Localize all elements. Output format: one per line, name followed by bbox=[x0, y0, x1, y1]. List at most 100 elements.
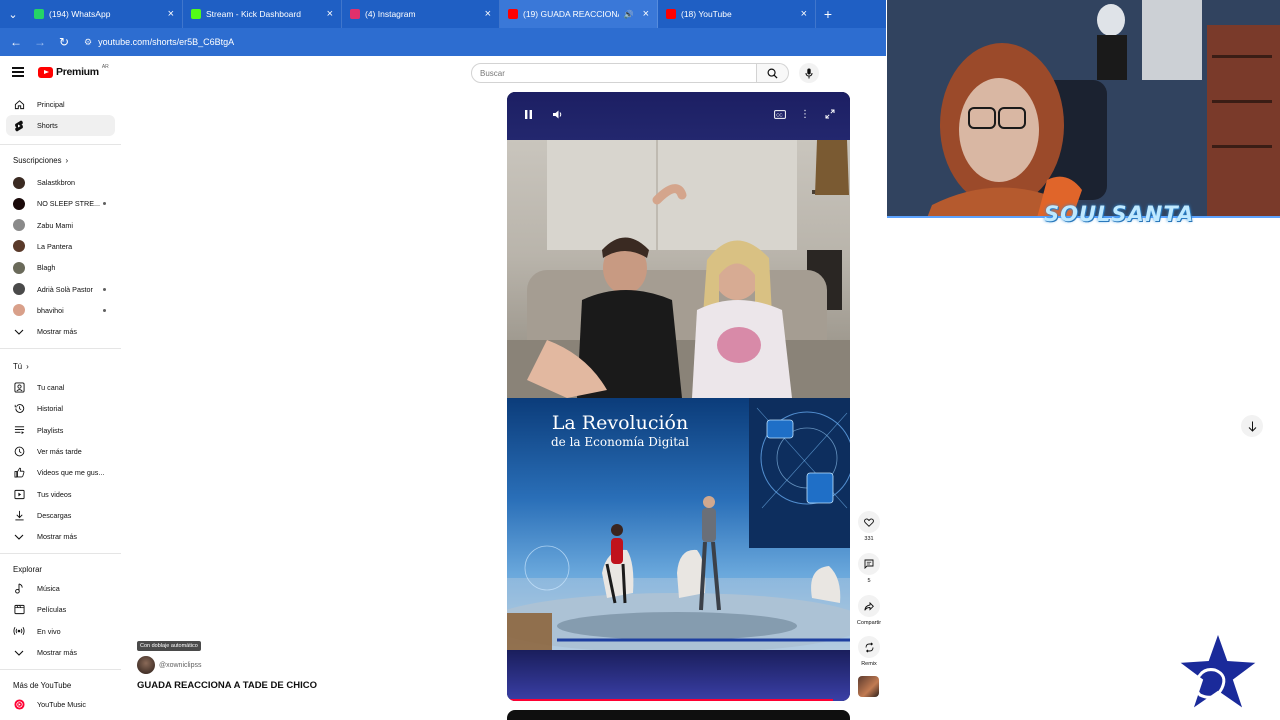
sidebar-item-your-videos[interactable]: Tus videos bbox=[6, 484, 115, 505]
remix-label: Remix bbox=[861, 661, 877, 667]
search-button[interactable] bbox=[757, 63, 789, 83]
explore-show-more[interactable]: Mostrar más bbox=[6, 642, 115, 663]
player-bottom-bar bbox=[507, 650, 850, 701]
sidebar-subscription-item[interactable]: Adrià Solà Pastor bbox=[6, 279, 115, 300]
sidebar-item-label: Videos que me gus... bbox=[37, 468, 105, 478]
back-arrow-icon[interactable]: ← bbox=[6, 32, 26, 52]
search-input[interactable]: Buscar bbox=[471, 63, 757, 83]
explore-heading: Explorar bbox=[13, 565, 42, 574]
video-progress-bar[interactable] bbox=[507, 699, 833, 701]
chevron-down-icon bbox=[13, 326, 25, 338]
your-videos-icon bbox=[13, 488, 25, 500]
streamer-webcam-overlay bbox=[887, 0, 1280, 218]
tab-close-icon[interactable]: × bbox=[643, 8, 649, 20]
sidebar-item-history[interactable]: Historial bbox=[6, 398, 115, 419]
channel-avatar[interactable] bbox=[137, 656, 155, 674]
captions-button[interactable]: CC bbox=[771, 105, 789, 123]
site-info-icon[interactable]: ⚙ bbox=[84, 37, 92, 48]
sound-thumbnail[interactable] bbox=[858, 676, 879, 697]
you-heading[interactable]: Tú › bbox=[13, 362, 29, 371]
sidebar-subscription-item[interactable]: Salastkbron bbox=[6, 172, 115, 193]
sidebar-item-movies[interactable]: Películas bbox=[6, 599, 115, 620]
menu-icon[interactable] bbox=[12, 67, 24, 77]
new-content-dot bbox=[103, 287, 106, 291]
sidebar-item-label: Películas bbox=[37, 605, 67, 615]
like-button[interactable] bbox=[858, 511, 880, 533]
sidebar-item-live[interactable]: En vivo bbox=[6, 621, 115, 642]
sidebar-subscription-item[interactable]: La Pantera bbox=[6, 236, 115, 257]
forward-arrow-icon[interactable]: → bbox=[30, 32, 50, 52]
tab-title: Stream - Kick Dashboard bbox=[206, 9, 301, 19]
share-button[interactable] bbox=[858, 595, 880, 617]
chevron-down-icon bbox=[13, 531, 25, 543]
tab-title: (194) WhatsApp bbox=[49, 9, 111, 19]
next-short-preview[interactable] bbox=[507, 710, 850, 720]
tab-close-icon[interactable]: × bbox=[801, 8, 807, 20]
tab-title: (4) Instagram bbox=[365, 9, 416, 19]
sidebar-item-watch-later[interactable]: Ver más tarde bbox=[6, 441, 115, 462]
browser-tab[interactable]: (18) YouTube × bbox=[658, 0, 816, 28]
sidebar-item-liked[interactable]: Videos que me gus... bbox=[6, 462, 115, 483]
video-frame-reaction-room bbox=[507, 140, 850, 398]
channel-avatar bbox=[13, 304, 25, 317]
new-tab-button[interactable]: + bbox=[816, 0, 840, 28]
tab-favicon-icon bbox=[191, 9, 201, 19]
sidebar-item-playlists[interactable]: Playlists bbox=[6, 420, 115, 441]
sidebar-item-label: Mostrar más bbox=[37, 648, 77, 657]
remix-button[interactable] bbox=[858, 636, 880, 658]
sidebar-item-shorts[interactable]: Shorts bbox=[6, 115, 115, 136]
comments-button[interactable] bbox=[858, 553, 880, 575]
browser-tab[interactable]: (194) WhatsApp × bbox=[26, 0, 183, 28]
you-show-more[interactable]: Mostrar más bbox=[6, 526, 115, 547]
sidebar-item-label: En vivo bbox=[37, 626, 61, 636]
voice-search-button[interactable] bbox=[799, 63, 819, 83]
tab-title: (18) YouTube bbox=[681, 9, 732, 19]
expand-icon bbox=[825, 109, 835, 119]
sidebar-item-channel[interactable]: Tu canal bbox=[6, 377, 115, 398]
tab-search-chevron-icon[interactable]: ⌄ bbox=[0, 0, 26, 28]
pause-icon bbox=[524, 109, 532, 119]
channel-info[interactable]: @xowniclipss bbox=[137, 656, 202, 674]
youtube-music-icon bbox=[13, 699, 25, 711]
subscriptions-show-more[interactable]: Mostrar más bbox=[6, 321, 115, 342]
sidebar-subscription-item[interactable]: Zabu Mami bbox=[6, 215, 115, 236]
sidebar-subscription-item[interactable]: NO SLEEP STRE... bbox=[6, 193, 115, 214]
sidebar-subscription-item[interactable]: bhavihoi bbox=[6, 300, 115, 321]
share-label: Compartir bbox=[856, 620, 882, 626]
tab-favicon-icon bbox=[350, 9, 360, 19]
tab-close-icon[interactable]: × bbox=[327, 8, 333, 20]
browser-tab[interactable]: (19) GUADA REACCIONA A 🔊 × bbox=[500, 0, 658, 28]
next-video-button[interactable] bbox=[1241, 415, 1263, 437]
sidebar-item-youtube-music[interactable]: YouTube Music bbox=[6, 694, 115, 715]
channel-handle[interactable]: @xowniclipss bbox=[159, 662, 202, 669]
tab-close-icon[interactable]: × bbox=[168, 8, 174, 20]
volume-button[interactable] bbox=[548, 105, 566, 123]
subscriptions-heading[interactable]: Suscripciones › bbox=[13, 156, 68, 165]
youtube-premium-logo[interactable]: Premium AR bbox=[38, 64, 109, 78]
sidebar-item-label: Mostrar más bbox=[37, 532, 77, 541]
tab-audio-icon[interactable]: 🔊 bbox=[624, 10, 634, 19]
more-options-button[interactable]: ⋮ bbox=[796, 105, 814, 123]
room-scene-illustration bbox=[507, 140, 850, 398]
reload-icon[interactable]: ↻ bbox=[54, 32, 74, 52]
sidebar-subscription-item[interactable]: Blagh bbox=[6, 257, 115, 278]
search-icon bbox=[767, 68, 778, 79]
url-field[interactable]: ⚙ youtube.com/shorts/er5B_C6BtgA bbox=[84, 37, 234, 48]
fullscreen-button[interactable] bbox=[821, 105, 839, 123]
microphone-icon bbox=[805, 68, 813, 78]
tab-close-icon[interactable]: × bbox=[485, 8, 491, 20]
arrow-down-icon bbox=[1248, 421, 1256, 432]
browser-tab[interactable]: Stream - Kick Dashboard × bbox=[183, 0, 342, 28]
browser-tab[interactable]: (4) Instagram × bbox=[342, 0, 500, 28]
star-brand-logo bbox=[1175, 630, 1260, 713]
sidebar-divider bbox=[0, 553, 121, 554]
shorts-video-player[interactable]: CC ⋮ La Revolución de la Economía Digita… bbox=[507, 92, 850, 701]
music-icon bbox=[13, 583, 25, 595]
sidebar-item-downloads[interactable]: Descargas bbox=[6, 505, 115, 526]
explore-heading-label: Explorar bbox=[13, 565, 43, 574]
pause-button[interactable] bbox=[519, 105, 537, 123]
sidebar-item-music[interactable]: Música bbox=[6, 578, 115, 599]
sidebar-item-label: Principal bbox=[37, 100, 65, 109]
url-text: youtube.com/shorts/er5B_C6BtgA bbox=[98, 37, 235, 47]
sidebar-item-principal[interactable]: Principal bbox=[6, 94, 115, 115]
